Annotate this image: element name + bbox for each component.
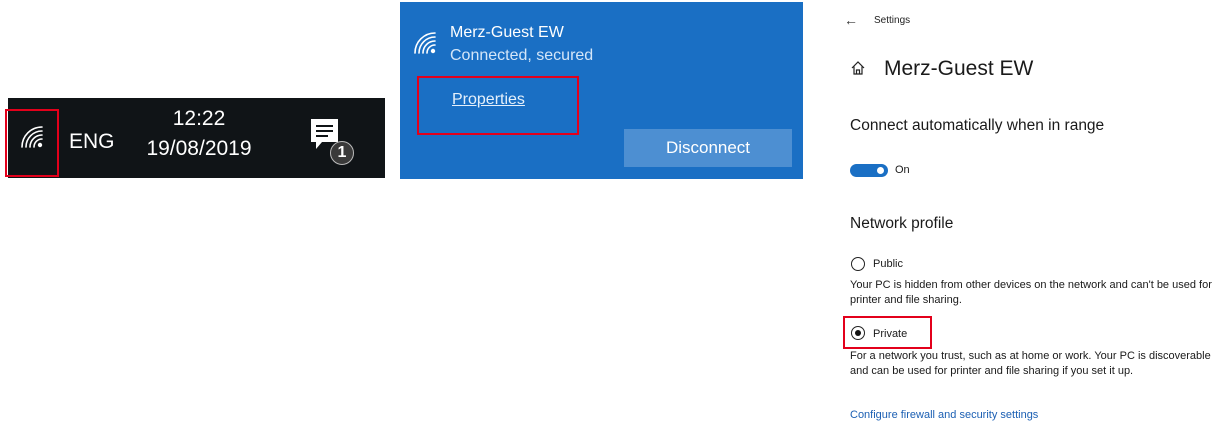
public-description: Your PC is hidden from other devices on … (850, 279, 1212, 306)
page-title: Merz-Guest EW (884, 57, 1034, 80)
private-label[interactable]: Private (873, 328, 907, 340)
toggle-knob (877, 167, 884, 174)
connect-automatically-toggle[interactable] (850, 164, 888, 177)
firewall-settings-link[interactable]: Configure firewall and security settings (850, 409, 1038, 421)
public-label[interactable]: Public (873, 258, 903, 270)
private-description: For a network you trust, such as at home… (850, 350, 1211, 377)
back-button[interactable]: ← (844, 12, 858, 28)
wifi-flyout: Merz-Guest EW Connected, secured Propert… (400, 2, 803, 179)
toggle-state-label: On (895, 164, 910, 176)
app-title: Settings (874, 15, 911, 26)
settings-panel: ← Settings Merz-Guest EW Connect automat… (838, 0, 1228, 425)
clock[interactable]: 12:22 19/08/2019 (134, 104, 264, 164)
connect-automatically-label: Connect automatically when in range (850, 117, 1105, 134)
clock-date: 19/08/2019 (146, 137, 252, 160)
wifi-signal-icon (414, 32, 436, 54)
clock-time: 12:22 (172, 107, 226, 130)
disconnect-button[interactable]: Disconnect (624, 129, 792, 167)
network-name: Merz-Guest EW (450, 24, 564, 41)
connection-status: Connected, secured (450, 47, 594, 64)
language-indicator[interactable]: ENG (69, 130, 115, 154)
public-radio[interactable] (851, 257, 865, 271)
home-icon[interactable] (850, 60, 866, 76)
notification-count-badge: 1 (330, 141, 354, 165)
network-profile-heading: Network profile (850, 215, 954, 232)
wifi-icon-highlight (5, 109, 59, 177)
properties-highlight (417, 76, 579, 135)
private-radio[interactable] (851, 326, 865, 340)
taskbar: ENG 12:22 19/08/2019 1 (8, 98, 385, 178)
notification-center-button[interactable]: 1 (308, 116, 356, 168)
